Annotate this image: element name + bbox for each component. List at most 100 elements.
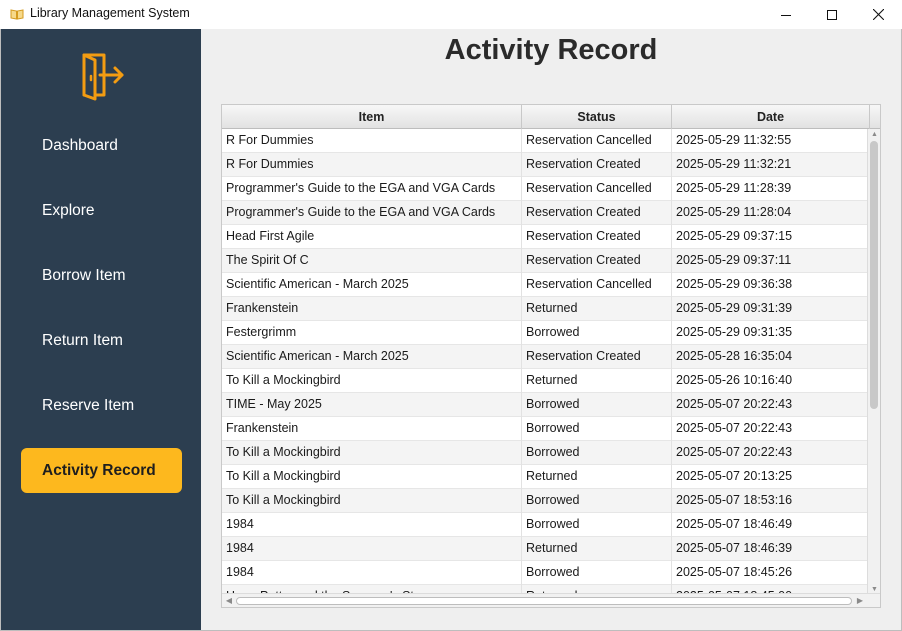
table-row[interactable]: To Kill a Mockingbird Returned 2025-05-26 … bbox=[222, 369, 869, 393]
table-row[interactable]: Programmer's Guide to the EGA and VGA Ca… bbox=[222, 177, 869, 201]
cell-date: 2025-05-07 18:46:49 bbox=[676, 517, 793, 531]
cell-item: 1984 bbox=[222, 513, 522, 537]
cell-date: 2025-05-07 18:46:39 bbox=[676, 541, 793, 555]
scroll-up-icon[interactable]: ▲ bbox=[871, 131, 878, 138]
scroll-right-icon[interactable]: ▶ bbox=[856, 597, 864, 605]
cell-date: 2025-05-29 11:32:21 bbox=[676, 157, 792, 171]
minimize-icon bbox=[781, 14, 791, 16]
cell-status: Borrowed bbox=[522, 321, 672, 345]
column-header-item[interactable]: Item bbox=[222, 105, 522, 129]
cell-item: Festergrimm bbox=[222, 321, 522, 345]
scroll-down-icon[interactable]: ▼ bbox=[871, 586, 878, 593]
cell-status: Returned bbox=[522, 297, 672, 321]
activity-table[interactable]: Item Status Date R For Dummies Reservatio… bbox=[221, 104, 881, 608]
cell-item: Head First Agile bbox=[222, 225, 522, 249]
cell-item: R For Dummies bbox=[222, 153, 522, 177]
horizontal-scrollbar[interactable]: ◀ ▶ bbox=[222, 593, 880, 607]
maximize-button[interactable] bbox=[809, 0, 855, 29]
horizontal-scroll-thumb[interactable] bbox=[236, 597, 852, 605]
column-header-date[interactable]: Date bbox=[672, 105, 870, 129]
table-row[interactable]: 1984 Borrowed 2025-05-07 18:46:49 bbox=[222, 513, 869, 537]
table-row[interactable]: R For Dummies Reservation Created 2025-05-… bbox=[222, 153, 869, 177]
cell-date: 2025-05-29 11:32:55 bbox=[676, 133, 792, 147]
cell-status: Borrowed bbox=[522, 417, 672, 441]
minimize-button[interactable] bbox=[763, 0, 809, 29]
cell-date: 2025-05-29 09:37:15 bbox=[676, 229, 793, 243]
table-row[interactable]: To Kill a Mockingbird Borrowed 2025-05-07 … bbox=[222, 489, 869, 513]
table-row[interactable]: Frankenstein Borrowed 2025-05-07 20:22:43 bbox=[222, 417, 869, 441]
cell-date: 2025-05-29 09:36:38 bbox=[676, 277, 793, 291]
table-row[interactable]: To Kill a Mockingbird Borrowed 2025-05-07 … bbox=[222, 441, 869, 465]
cell-status: Reservation Created bbox=[522, 225, 672, 249]
cell-date: 2025-05-07 18:45:26 bbox=[676, 565, 793, 579]
cell-status: Borrowed bbox=[522, 441, 672, 465]
table-row[interactable]: 1984 Borrowed 2025-05-07 18:45:26 bbox=[222, 561, 869, 585]
window-title: Library Management System bbox=[30, 6, 190, 20]
cell-item: R For Dummies bbox=[222, 129, 522, 153]
table-row[interactable]: Scientific American - March 2025 Reservat… bbox=[222, 273, 869, 297]
cell-status: Reservation Cancelled bbox=[522, 177, 672, 201]
sidebar-item-label: Explore bbox=[42, 201, 95, 219]
table-body: R For Dummies Reservation Cancelled 2025-0… bbox=[222, 129, 869, 595]
cell-date: 2025-05-07 20:22:43 bbox=[676, 421, 793, 435]
table-row[interactable]: Programmer's Guide to the EGA and VGA Ca… bbox=[222, 201, 869, 225]
cell-status: Returned bbox=[522, 537, 672, 561]
sidebar-item-label: Reserve Item bbox=[42, 396, 135, 414]
sidebar: Dashboard Explore Borrow Item Return Ite… bbox=[1, 29, 201, 630]
table-row[interactable]: TIME - May 2025 Borrowed 2025-05-07 20:22:… bbox=[222, 393, 869, 417]
table-header: Item Status Date bbox=[222, 105, 880, 129]
cell-item: Frankenstein bbox=[222, 297, 522, 321]
maximize-icon bbox=[827, 9, 837, 20]
close-button[interactable] bbox=[855, 0, 901, 29]
cell-item: TIME - May 2025 bbox=[222, 393, 522, 417]
sidebar-item-activity-record[interactable]: Activity Record bbox=[21, 448, 182, 493]
sidebar-item-explore[interactable]: Explore bbox=[21, 188, 182, 233]
cell-status: Borrowed bbox=[522, 393, 672, 417]
cell-date: 2025-05-29 11:28:04 bbox=[676, 205, 792, 219]
vertical-scrollbar[interactable]: ▲ ▼ bbox=[867, 129, 880, 595]
logout-button[interactable] bbox=[78, 51, 128, 101]
cell-status: Returned bbox=[522, 465, 672, 489]
cell-status: Borrowed bbox=[522, 513, 672, 537]
cell-item: Programmer's Guide to the EGA and VGA Ca… bbox=[222, 177, 522, 201]
sidebar-item-reserve-item[interactable]: Reserve Item bbox=[21, 383, 182, 428]
cell-date: 2025-05-29 11:28:39 bbox=[676, 181, 792, 195]
sidebar-item-dashboard[interactable]: Dashboard bbox=[21, 123, 182, 168]
table-row[interactable]: Festergrimm Borrowed 2025-05-29 09:31:35 bbox=[222, 321, 869, 345]
table-row[interactable]: The Spirit Of C Reservation Created 2025-0… bbox=[222, 249, 869, 273]
cell-status: Reservation Cancelled bbox=[522, 273, 672, 297]
cell-status: Reservation Created bbox=[522, 201, 672, 225]
cell-status: Reservation Created bbox=[522, 153, 672, 177]
cell-status: Reservation Created bbox=[522, 249, 672, 273]
cell-item: Scientific American - March 2025 bbox=[222, 345, 522, 369]
cell-status: Borrowed bbox=[522, 489, 672, 513]
table-row[interactable]: Scientific American - March 2025 Reservat… bbox=[222, 345, 869, 369]
cell-status: Returned bbox=[522, 369, 672, 393]
sidebar-item-return-item[interactable]: Return Item bbox=[21, 318, 182, 363]
sidebar-item-label: Borrow Item bbox=[42, 266, 126, 284]
table-row[interactable]: R For Dummies Reservation Cancelled 2025-0… bbox=[222, 129, 869, 153]
table-row[interactable]: To Kill a Mockingbird Returned 2025-05-07 … bbox=[222, 465, 869, 489]
cell-date: 2025-05-07 20:22:43 bbox=[676, 445, 793, 459]
logout-door-icon bbox=[82, 53, 124, 101]
cell-date: 2025-05-29 09:37:11 bbox=[676, 253, 792, 267]
sidebar-item-label: Return Item bbox=[42, 331, 123, 349]
vertical-scroll-thumb[interactable] bbox=[870, 141, 878, 409]
cell-date: 2025-05-28 16:35:04 bbox=[676, 349, 793, 363]
sidebar-item-borrow-item[interactable]: Borrow Item bbox=[21, 253, 182, 298]
table-row[interactable]: Frankenstein Returned 2025-05-29 09:31:39 bbox=[222, 297, 869, 321]
cell-item: The Spirit Of C bbox=[222, 249, 522, 273]
cell-item: 1984 bbox=[222, 561, 522, 585]
cell-date: 2025-05-07 20:13:25 bbox=[676, 469, 793, 483]
table-row[interactable]: Head First Agile Reservation Created 2025-… bbox=[222, 225, 869, 249]
cell-status: Borrowed bbox=[522, 561, 672, 585]
cell-item: To Kill a Mockingbird bbox=[222, 489, 522, 513]
cell-item: To Kill a Mockingbird bbox=[222, 465, 522, 489]
sidebar-item-label: Activity Record bbox=[42, 461, 156, 479]
cell-status: Reservation Cancelled bbox=[522, 129, 672, 153]
scroll-left-icon[interactable]: ◀ bbox=[225, 597, 233, 605]
column-header-status[interactable]: Status bbox=[522, 105, 672, 129]
sidebar-item-label: Dashboard bbox=[42, 136, 118, 154]
table-row[interactable]: 1984 Returned 2025-05-07 18:46:39 bbox=[222, 537, 869, 561]
cell-date: 2025-05-29 09:31:35 bbox=[676, 325, 793, 339]
